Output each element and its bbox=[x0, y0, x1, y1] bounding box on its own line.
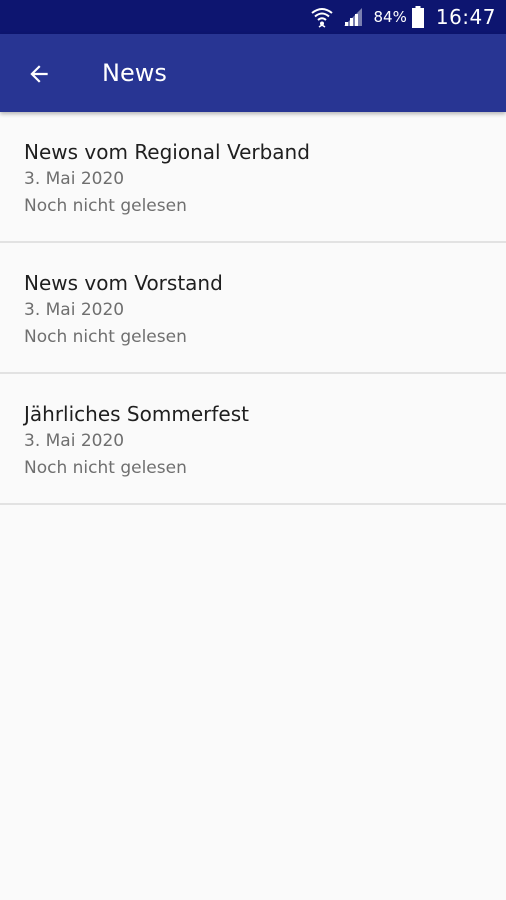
news-item-date: 3. Mai 2020 bbox=[24, 431, 125, 451]
back-button[interactable] bbox=[18, 53, 60, 95]
news-item-title: Jährliches Sommerfest bbox=[24, 402, 249, 426]
clock: 16:47 bbox=[435, 5, 496, 29]
news-item-title: News vom Regional Verband bbox=[24, 140, 310, 164]
battery-icon bbox=[411, 6, 424, 28]
news-item-date: 3. Mai 2020 bbox=[24, 300, 125, 320]
news-item[interactable]: News vom Regional Verband 3. Mai 2020 No… bbox=[0, 112, 506, 243]
news-item-status: Noch nicht gelesen bbox=[24, 327, 187, 347]
news-item-title: News vom Vorstand bbox=[24, 271, 223, 295]
status-bar: 84% 16:47 bbox=[0, 0, 506, 34]
news-item-date: 3. Mai 2020 bbox=[24, 169, 125, 189]
arrow-back-icon bbox=[30, 65, 48, 83]
battery-percentage: 84% bbox=[373, 8, 407, 26]
news-item-status: Noch nicht gelesen bbox=[24, 458, 187, 478]
news-list: News vom Regional Verband 3. Mai 2020 No… bbox=[0, 112, 506, 505]
news-item-status: Noch nicht gelesen bbox=[24, 196, 187, 216]
app-bar: News bbox=[0, 34, 506, 112]
wifi-icon bbox=[310, 8, 333, 28]
page-title: News bbox=[102, 59, 167, 87]
news-item[interactable]: Jährliches Sommerfest 3. Mai 2020 Noch n… bbox=[0, 374, 506, 505]
news-item[interactable]: News vom Vorstand 3. Mai 2020 Noch nicht… bbox=[0, 243, 506, 374]
signal-icon bbox=[343, 8, 362, 26]
status-icons: 84% 16:47 bbox=[302, 0, 496, 34]
